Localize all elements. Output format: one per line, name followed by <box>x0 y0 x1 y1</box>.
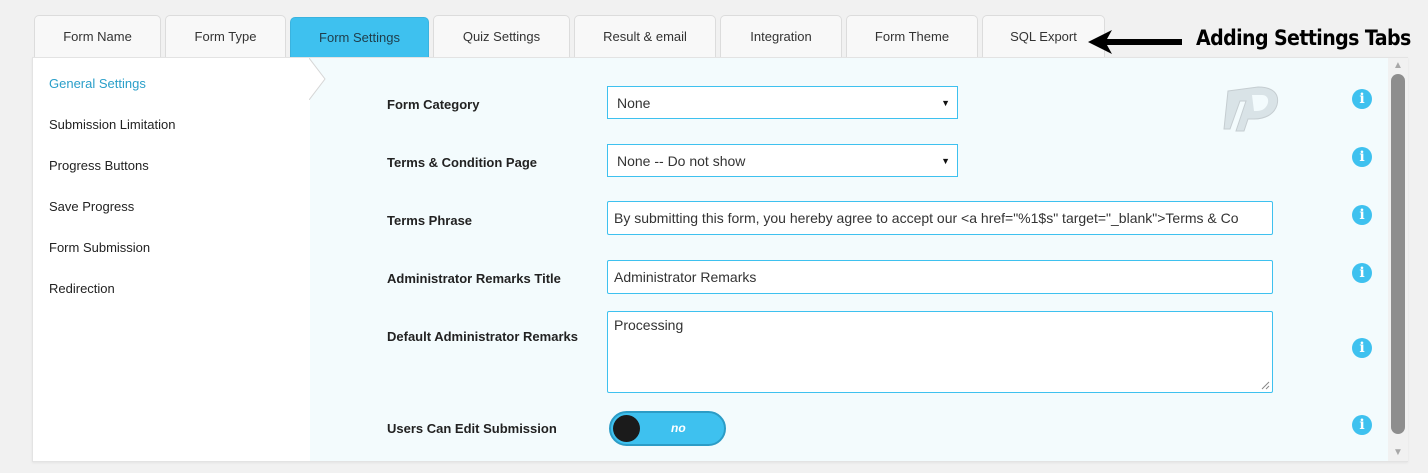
tab-form-type[interactable]: Form Type <box>165 15 286 57</box>
tab-integration[interactable]: Integration <box>720 15 842 57</box>
terms-page-select[interactable]: None -- Do not show ▼ <box>607 144 958 177</box>
terms-page-value: None -- Do not show <box>617 152 746 169</box>
sidebar-item-form-submission[interactable]: Form Submission <box>49 240 150 255</box>
sidebar-item-save-progress[interactable]: Save Progress <box>49 199 134 214</box>
vertical-scrollbar[interactable]: ▲ ▼ <box>1388 58 1408 461</box>
tab-form-settings[interactable]: Form Settings <box>290 17 429 57</box>
scroll-down-arrow-icon[interactable]: ▼ <box>1391 447 1405 459</box>
terms-phrase-input[interactable]: By submitting this form, you hereby agre… <box>607 201 1273 235</box>
terms-phrase-label: Terms Phrase <box>387 213 473 228</box>
sidebar-item-redirection[interactable]: Redirection <box>49 281 115 296</box>
form-category-value: None <box>617 94 651 111</box>
tab-form-name[interactable]: Form Name <box>34 15 161 57</box>
toggle-state-text: no <box>671 421 686 435</box>
default-admin-remarks-value: Processing <box>614 317 684 333</box>
scrollbar-thumb[interactable] <box>1391 74 1405 434</box>
settings-panel: General Settings Submission Limitation P… <box>32 57 1408 462</box>
tab-form-theme[interactable]: Form Theme <box>846 15 978 57</box>
sidebar-item-general-settings[interactable]: General Settings <box>49 76 146 91</box>
terms-page-label: Terms & Condition Page <box>387 155 537 170</box>
brand-logo-icon <box>1223 86 1279 132</box>
dropdown-arrow-icon: ▼ <box>941 156 950 166</box>
form-category-select[interactable]: None ▼ <box>607 86 958 119</box>
form-category-info-icon[interactable]: i <box>1352 89 1372 109</box>
terms-page-info-icon[interactable]: i <box>1352 147 1372 167</box>
admin-remarks-title-info-icon[interactable]: i <box>1352 263 1372 283</box>
toggle-knob <box>613 415 640 442</box>
scroll-up-arrow-icon[interactable]: ▲ <box>1391 60 1405 72</box>
terms-phrase-info-icon[interactable]: i <box>1352 205 1372 225</box>
dropdown-arrow-icon: ▼ <box>941 98 950 108</box>
default-admin-remarks-textarea[interactable]: Processing <box>607 311 1273 393</box>
default-admin-remarks-label: Default Administrator Remarks <box>387 329 578 344</box>
annotation-arrow-icon <box>1088 30 1182 54</box>
default-admin-remarks-info-icon[interactable]: i <box>1352 338 1372 358</box>
users-can-edit-info-icon[interactable]: i <box>1352 415 1372 435</box>
users-can-edit-toggle[interactable]: no <box>609 411 726 446</box>
admin-remarks-title-label: Administrator Remarks Title <box>387 271 561 286</box>
general-settings-content: Form Category None ▼ Terms & Condition P… <box>310 58 1388 461</box>
tab-quiz-settings[interactable]: Quiz Settings <box>433 15 570 57</box>
admin-remarks-title-input[interactable]: Administrator Remarks <box>607 260 1273 294</box>
settings-sidebar: General Settings Submission Limitation P… <box>33 58 310 461</box>
annotation-label: Adding Settings Tabs <box>1196 26 1411 51</box>
terms-phrase-value: By submitting this form, you hereby agre… <box>614 210 1239 226</box>
sidebar-item-submission-limitation[interactable]: Submission Limitation <box>49 117 175 132</box>
users-can-edit-label: Users Can Edit Submission <box>387 421 557 436</box>
sidebar-item-progress-buttons[interactable]: Progress Buttons <box>49 158 149 173</box>
form-category-label: Form Category <box>387 97 480 112</box>
tab-result-email[interactable]: Result & email <box>574 15 716 57</box>
active-item-pointer-icon <box>309 58 326 100</box>
resize-handle-icon[interactable] <box>1261 381 1270 390</box>
admin-remarks-title-value: Administrator Remarks <box>614 269 757 285</box>
